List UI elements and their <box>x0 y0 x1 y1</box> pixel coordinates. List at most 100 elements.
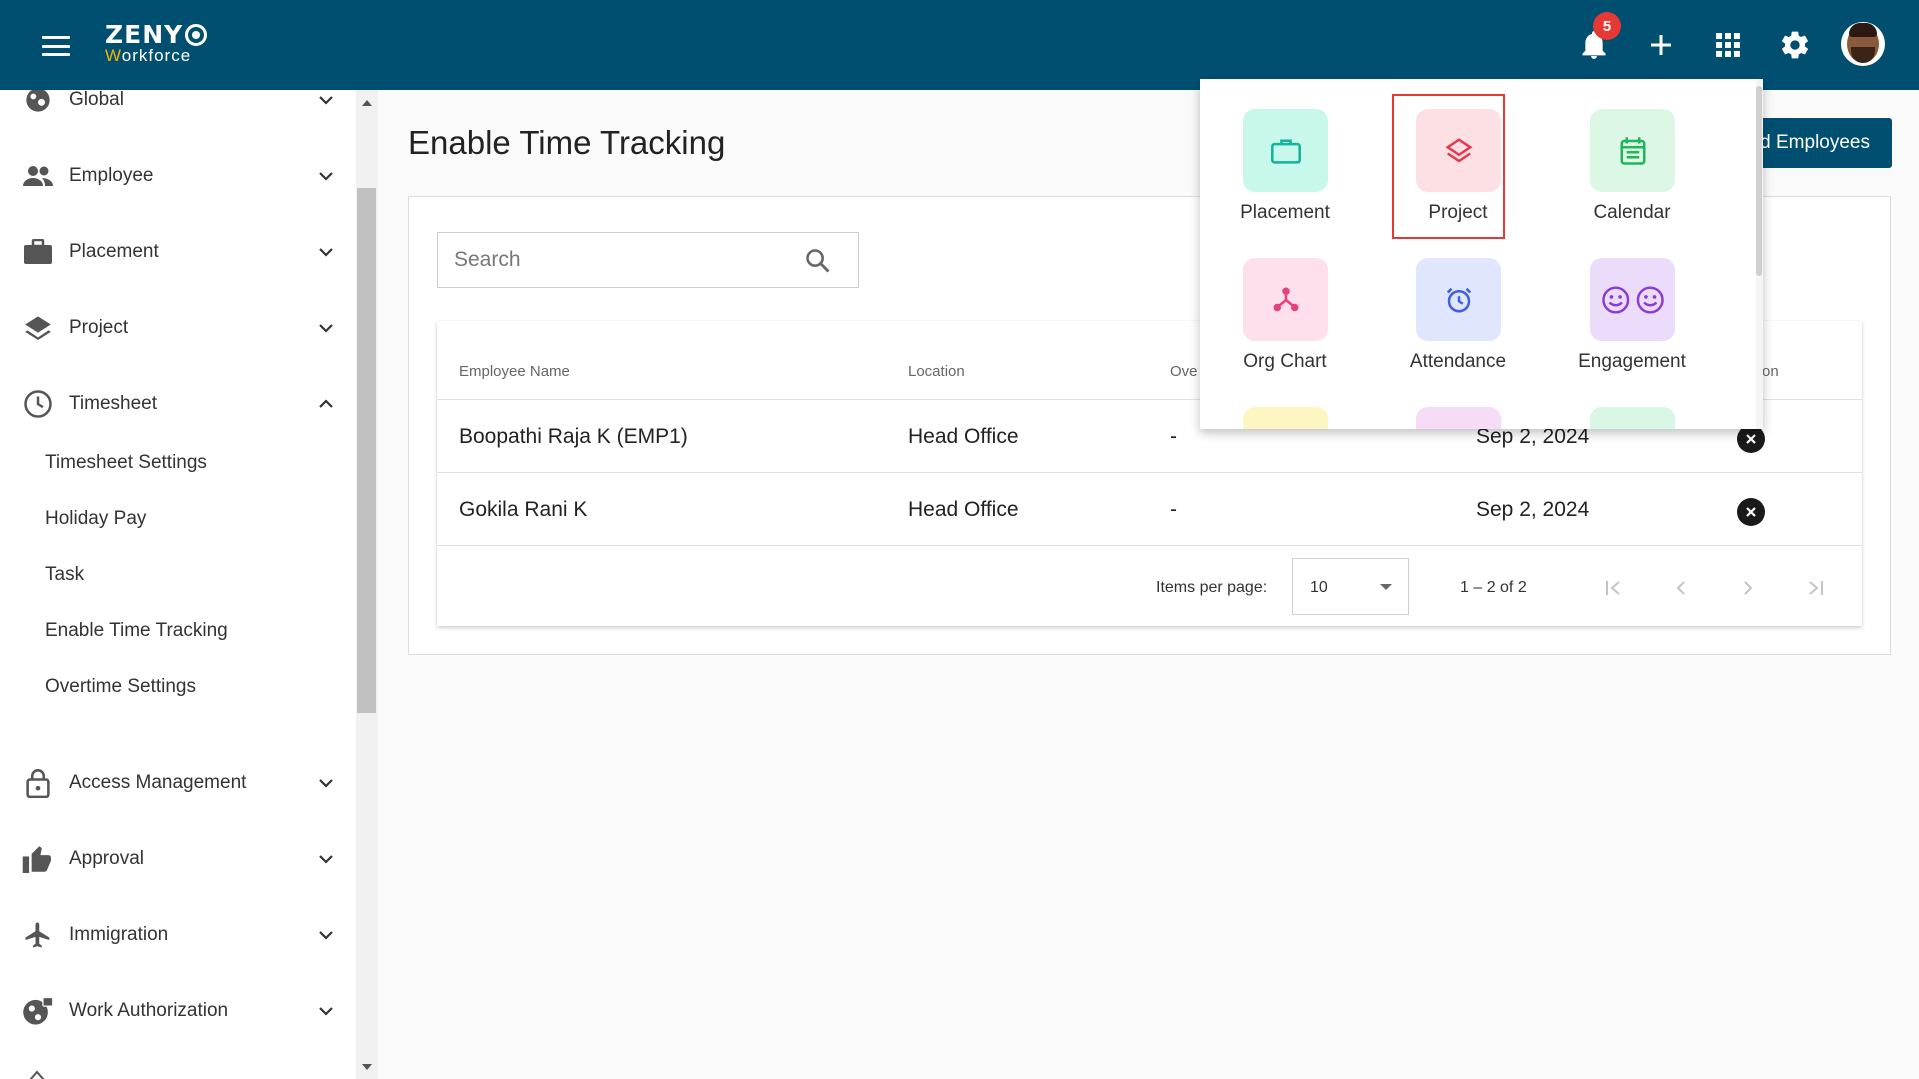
chevron-down-icon <box>316 166 336 186</box>
cell-overtime: - <box>1170 425 1177 448</box>
sidebar-item-project[interactable]: Project <box>0 303 356 353</box>
clock-icon <box>22 388 54 420</box>
sidebar-item-label: Timesheet <box>69 393 157 414</box>
chevron-down-icon <box>316 773 336 793</box>
scroll-up-arrow-icon[interactable] <box>360 96 374 110</box>
app-label: Engagement <box>1578 351 1686 372</box>
sidebar-item-label: Global <box>69 90 124 110</box>
app-label: Attendance <box>1409 351 1507 372</box>
app-label: Org Chart <box>1243 351 1327 372</box>
app-project[interactable]: Project <box>1373 79 1543 239</box>
sidebar-item-label: Employee <box>69 165 154 186</box>
page-title: Enable Time Tracking <box>408 124 726 161</box>
apps-menu: Placement Project Calendar Org Chart Att… <box>1200 79 1763 429</box>
sidebar-item-placement[interactable]: Placement <box>0 227 356 277</box>
sidebar-item-label: Approval <box>69 848 144 869</box>
search-input[interactable] <box>454 245 794 275</box>
chevron-up-icon <box>316 394 336 414</box>
column-header-location[interactable]: Location <box>908 363 965 380</box>
sidebar-item-label: Work Authorization <box>69 1000 229 1021</box>
items-per-page-select[interactable]: 10 <box>1292 558 1409 615</box>
smiley-faces-icon <box>1590 258 1675 341</box>
app-attendance[interactable]: Attendance <box>1373 228 1543 372</box>
org-chart-icon <box>1243 258 1328 341</box>
sidebar-item-label: Project <box>69 317 129 338</box>
chevron-down-icon <box>316 318 336 338</box>
prev-page-icon[interactable] <box>1666 573 1696 603</box>
briefcase-icon <box>22 236 54 268</box>
cell-location: Head Office <box>908 498 1019 521</box>
apps-grid-icon[interactable] <box>1708 25 1748 65</box>
remove-icon[interactable] <box>1737 425 1765 453</box>
avatar[interactable] <box>1841 22 1885 66</box>
cell-employee-name: Boopathi Raja K (EMP1) <box>459 425 688 448</box>
notification-badge: 5 <box>1593 12 1621 40</box>
chevron-down-icon <box>316 90 336 110</box>
search-icon[interactable] <box>804 247 832 275</box>
pagination-range: 1 – 2 of 2 <box>1460 579 1527 596</box>
sidebar-item-label: Placement <box>69 241 159 262</box>
logo-text-top: ZENY <box>105 20 184 49</box>
sidebar-item-timesheet[interactable]: Timesheet <box>0 379 356 429</box>
sidebar-sub-overtime-settings[interactable]: Overtime Settings <box>45 676 196 698</box>
sidebar-sub-timesheet-settings[interactable]: Timesheet Settings <box>45 452 207 474</box>
people-icon <box>22 160 54 192</box>
column-header-action[interactable]: on <box>1762 363 1779 380</box>
app-placement[interactable]: Placement <box>1200 79 1370 223</box>
column-header-employee-name[interactable]: Employee Name <box>459 363 570 380</box>
chevron-down-icon <box>316 242 336 262</box>
scroll-down-arrow-icon[interactable] <box>360 1060 374 1074</box>
app-tile-partial[interactable] <box>1590 407 1675 429</box>
gear-icon[interactable] <box>1775 25 1815 65</box>
app-label: Calendar <box>1593 202 1671 223</box>
globe-icon <box>22 90 54 116</box>
add-employees-button[interactable]: d Employees <box>1742 118 1892 168</box>
search-box[interactable] <box>437 232 859 288</box>
row-divider <box>437 545 1862 546</box>
logo-text-w: W <box>105 46 122 65</box>
app-tile-partial[interactable] <box>1243 407 1328 429</box>
first-page-icon[interactable] <box>1599 573 1629 603</box>
row-divider <box>437 472 1862 473</box>
app-engagement[interactable]: Engagement <box>1547 228 1717 372</box>
column-header-overtime[interactable]: Ove <box>1170 363 1198 380</box>
sidebar-sub-enable-time-tracking[interactable]: Enable Time Tracking <box>45 620 228 642</box>
last-page-icon[interactable] <box>1800 573 1830 603</box>
items-per-page-value: 10 <box>1310 579 1328 596</box>
app-tile-partial[interactable] <box>1416 407 1501 429</box>
chevron-down-icon <box>316 925 336 945</box>
plus-icon[interactable] <box>1641 25 1681 65</box>
partial-nav-icon <box>28 1068 46 1079</box>
app-calendar[interactable]: Calendar <box>1547 79 1717 223</box>
calendar-icon <box>1590 109 1675 192</box>
app-org-chart[interactable]: Org Chart <box>1200 228 1370 372</box>
chevron-down-icon <box>316 1001 336 1021</box>
sidebar-item-global[interactable]: Global <box>0 90 356 125</box>
sidebar-item-access-management[interactable]: Access Management <box>0 758 356 808</box>
items-per-page-label: Items per page: <box>1156 579 1268 596</box>
sidebar-sub-holiday-pay[interactable]: Holiday Pay <box>45 508 146 530</box>
apps-menu-scrollbar-thumb[interactable] <box>1756 86 1762 276</box>
menu-icon[interactable] <box>42 36 70 56</box>
app-label: Project <box>1428 202 1488 223</box>
sidebar-item-work-authorization[interactable]: Work Authorization <box>0 986 356 1036</box>
sidebar-item-employee[interactable]: Employee <box>0 151 356 201</box>
sidebar-item-approval[interactable]: Approval <box>0 834 356 884</box>
cell-employee-name: Gokila Rani K <box>459 498 588 521</box>
chevron-down-icon <box>1380 584 1392 590</box>
app-label: Placement <box>1240 202 1330 223</box>
remove-icon[interactable] <box>1737 498 1765 526</box>
logo-text-bottom: orkforce <box>121 46 192 65</box>
logo[interactable]: ZENY Workforce <box>105 20 208 65</box>
airplane-icon <box>22 919 54 951</box>
sidebar-scrollbar-thumb[interactable] <box>357 188 376 713</box>
briefcase-outline-icon <box>1243 109 1328 192</box>
cell-date: Sep 2, 2024 <box>1476 498 1590 521</box>
chevron-down-icon <box>316 849 336 869</box>
next-page-icon[interactable] <box>1733 573 1763 603</box>
sidebar-item-immigration[interactable]: Immigration <box>0 910 356 960</box>
alarm-clock-icon <box>1416 258 1501 341</box>
globe-lock-icon <box>22 995 54 1027</box>
cell-location: Head Office <box>908 425 1019 448</box>
sidebar-sub-task[interactable]: Task <box>45 564 84 586</box>
